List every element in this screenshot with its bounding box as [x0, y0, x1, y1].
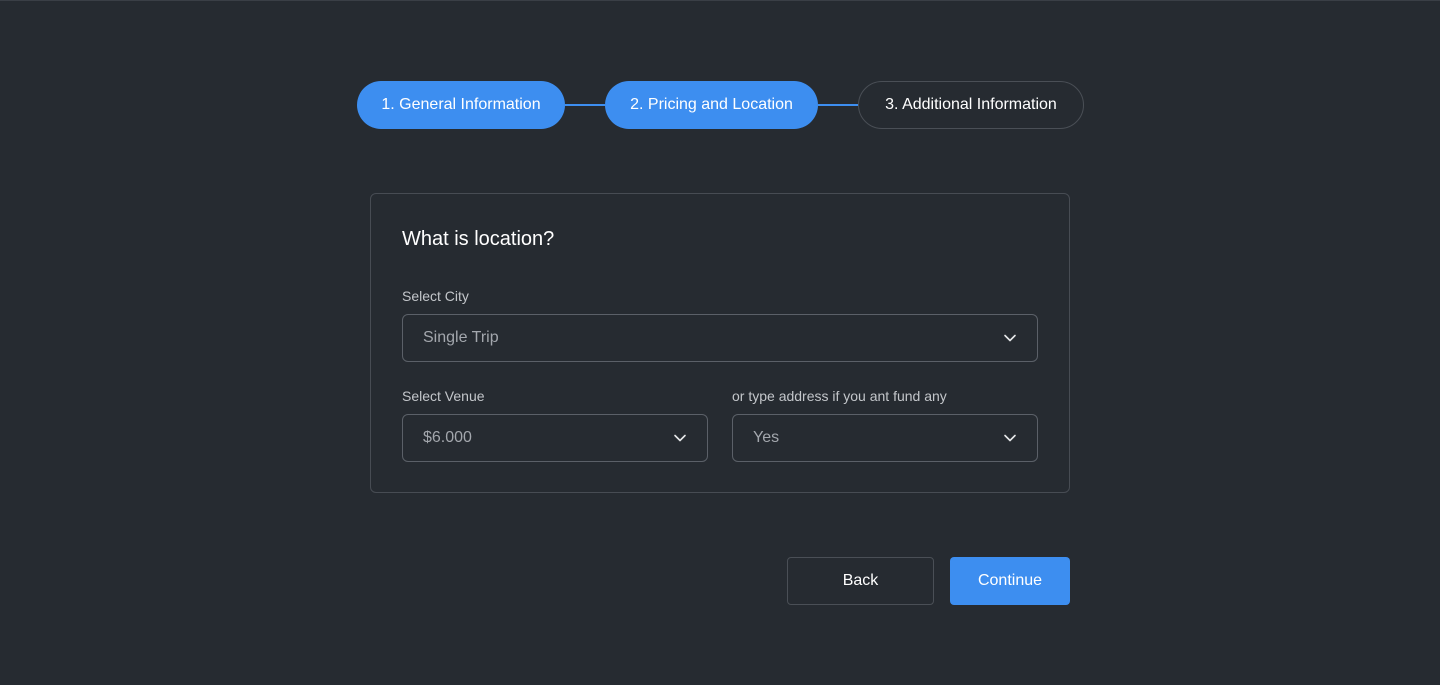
back-button-label: Back — [842, 572, 879, 589]
continue-button-label: Continue — [977, 572, 1043, 589]
step-label: 2. Pricing and Location — [630, 96, 793, 113]
chevron-down-icon — [1003, 331, 1017, 345]
step-label: 3. Additional Information — [885, 96, 1057, 113]
address-label: or type address if you ant fund any — [732, 388, 947, 404]
app-frame: 1. General Information 2. Pricing and Lo… — [0, 0, 1440, 685]
city-select[interactable]: Single Trip — [402, 314, 1038, 362]
venue-select[interactable]: $6.000 — [402, 414, 708, 462]
step-connector — [565, 104, 605, 106]
city-label: Select City — [402, 288, 469, 304]
step-connector — [818, 104, 858, 106]
form-title: What is location? — [402, 228, 555, 250]
location-form-card: What is location? Select City Single Tri… — [370, 193, 1070, 493]
step-pricing-and-location[interactable]: 2. Pricing and Location — [605, 81, 818, 129]
progress-stepper: 1. General Information 2. Pricing and Lo… — [357, 81, 1084, 129]
venue-label: Select Venue — [402, 388, 485, 404]
city-select-value: Single Trip — [423, 329, 499, 346]
address-select-value: Yes — [753, 429, 780, 446]
venue-select-value: $6.000 — [423, 429, 472, 446]
step-additional-information[interactable]: 3. Additional Information — [858, 81, 1084, 129]
chevron-down-icon — [1003, 431, 1017, 445]
address-select[interactable]: Yes — [732, 414, 1038, 462]
continue-button[interactable]: Continue — [950, 557, 1070, 605]
back-button[interactable]: Back — [787, 557, 934, 605]
step-label: 1. General Information — [381, 96, 541, 113]
chevron-down-icon — [673, 431, 687, 445]
step-general-information[interactable]: 1. General Information — [357, 81, 565, 129]
